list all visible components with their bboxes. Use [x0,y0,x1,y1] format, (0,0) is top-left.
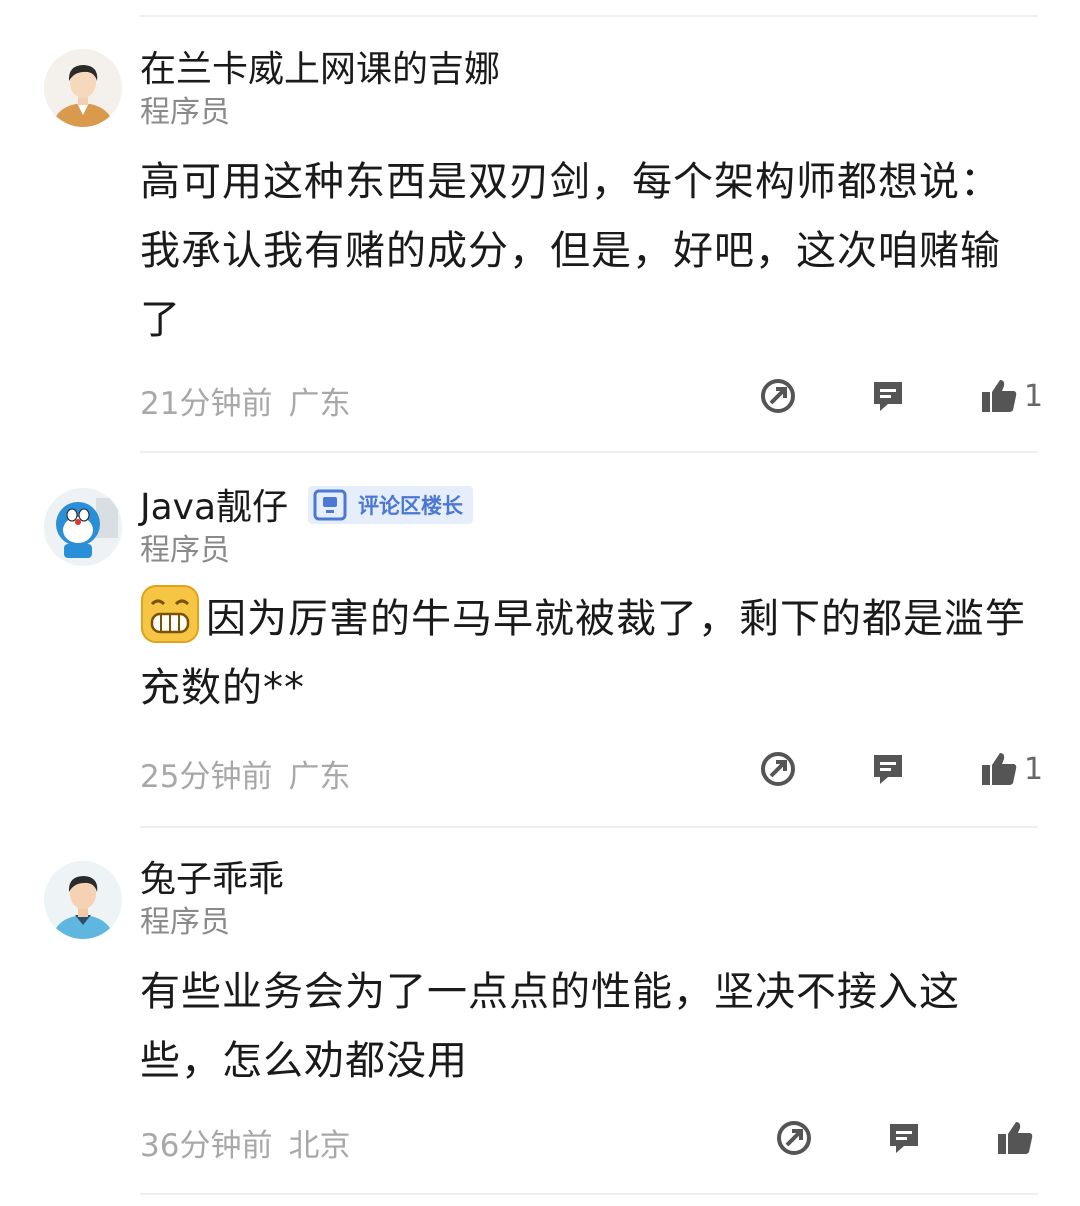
share-button[interactable] [776,1120,812,1156]
username[interactable]: Java靓仔 [140,486,288,530]
grinning-emoji-icon [141,585,199,643]
comment-time: 25分钟前 [140,759,273,795]
avatar-doraemon-icon [44,488,122,566]
reply-button[interactable] [886,1120,922,1156]
thumbs-up-icon [982,753,1017,785]
comment-text-body: 因为厉害的牛马早就被裁了，剩下的都是滥竽充数的** [140,596,1026,711]
user-title: 程序员 [140,95,230,130]
share-button[interactable] [760,378,796,414]
like-count: 1 [1024,378,1044,414]
badge-icon [313,489,347,521]
share-icon [761,752,795,786]
share-icon [777,1121,811,1155]
comment-meta: 36分钟前 北京 [140,1120,350,1165]
divider [140,1193,1038,1195]
comment-icon [874,382,902,411]
comment-icon [890,1124,918,1153]
comment-meta: 21分钟前 广东 [140,378,350,423]
user-title: 程序员 [140,533,230,568]
avatar-man-blue-shirt-icon [44,861,122,939]
username[interactable]: 在兰卡威上网课的吉娜 [140,48,500,92]
divider-top [140,15,1038,17]
comment-text: 因为厉害的牛马早就被裁了，剩下的都是滥竽充数的** [140,584,1040,723]
floor-leader-badge: 评论区楼长 [308,486,473,524]
comment-meta: 25分钟前 广东 [140,751,350,796]
share-button[interactable] [760,751,796,787]
avatar-man-orange-jacket-icon [44,49,122,127]
comment-text: 有些业务会为了一点点的性能，坚决不接入这些，怎么劝都没用 [140,969,960,1084]
comment-location: 北京 [288,1128,351,1164]
like-button[interactable] [996,1120,1034,1156]
thumbs-up-icon [982,380,1017,412]
comment-time: 36分钟前 [140,1128,273,1164]
thumbs-up-icon [998,1122,1033,1154]
reply-button[interactable] [870,378,906,414]
avatar[interactable] [44,861,122,939]
like-button[interactable]: 1 [980,378,1043,414]
comment-text: 高可用这种东西是双刃剑，每个架构师都想说：我承认我有赌的成分，但是，好吧，这次咱… [140,159,1001,343]
comment-location: 广东 [288,386,351,422]
share-icon [761,379,795,413]
badge-label: 评论区楼长 [358,494,463,518]
like-count: 1 [1024,751,1044,787]
comment-location: 广东 [288,759,351,795]
divider [140,451,1038,453]
user-title: 程序员 [140,905,230,940]
avatar[interactable] [44,49,122,127]
reply-button[interactable] [870,751,906,787]
comment-icon [874,755,902,784]
username[interactable]: 兔子乖乖 [140,858,284,902]
divider [140,826,1038,828]
like-button[interactable]: 1 [980,751,1043,787]
avatar[interactable] [44,488,122,566]
comment-time: 21分钟前 [140,386,273,422]
